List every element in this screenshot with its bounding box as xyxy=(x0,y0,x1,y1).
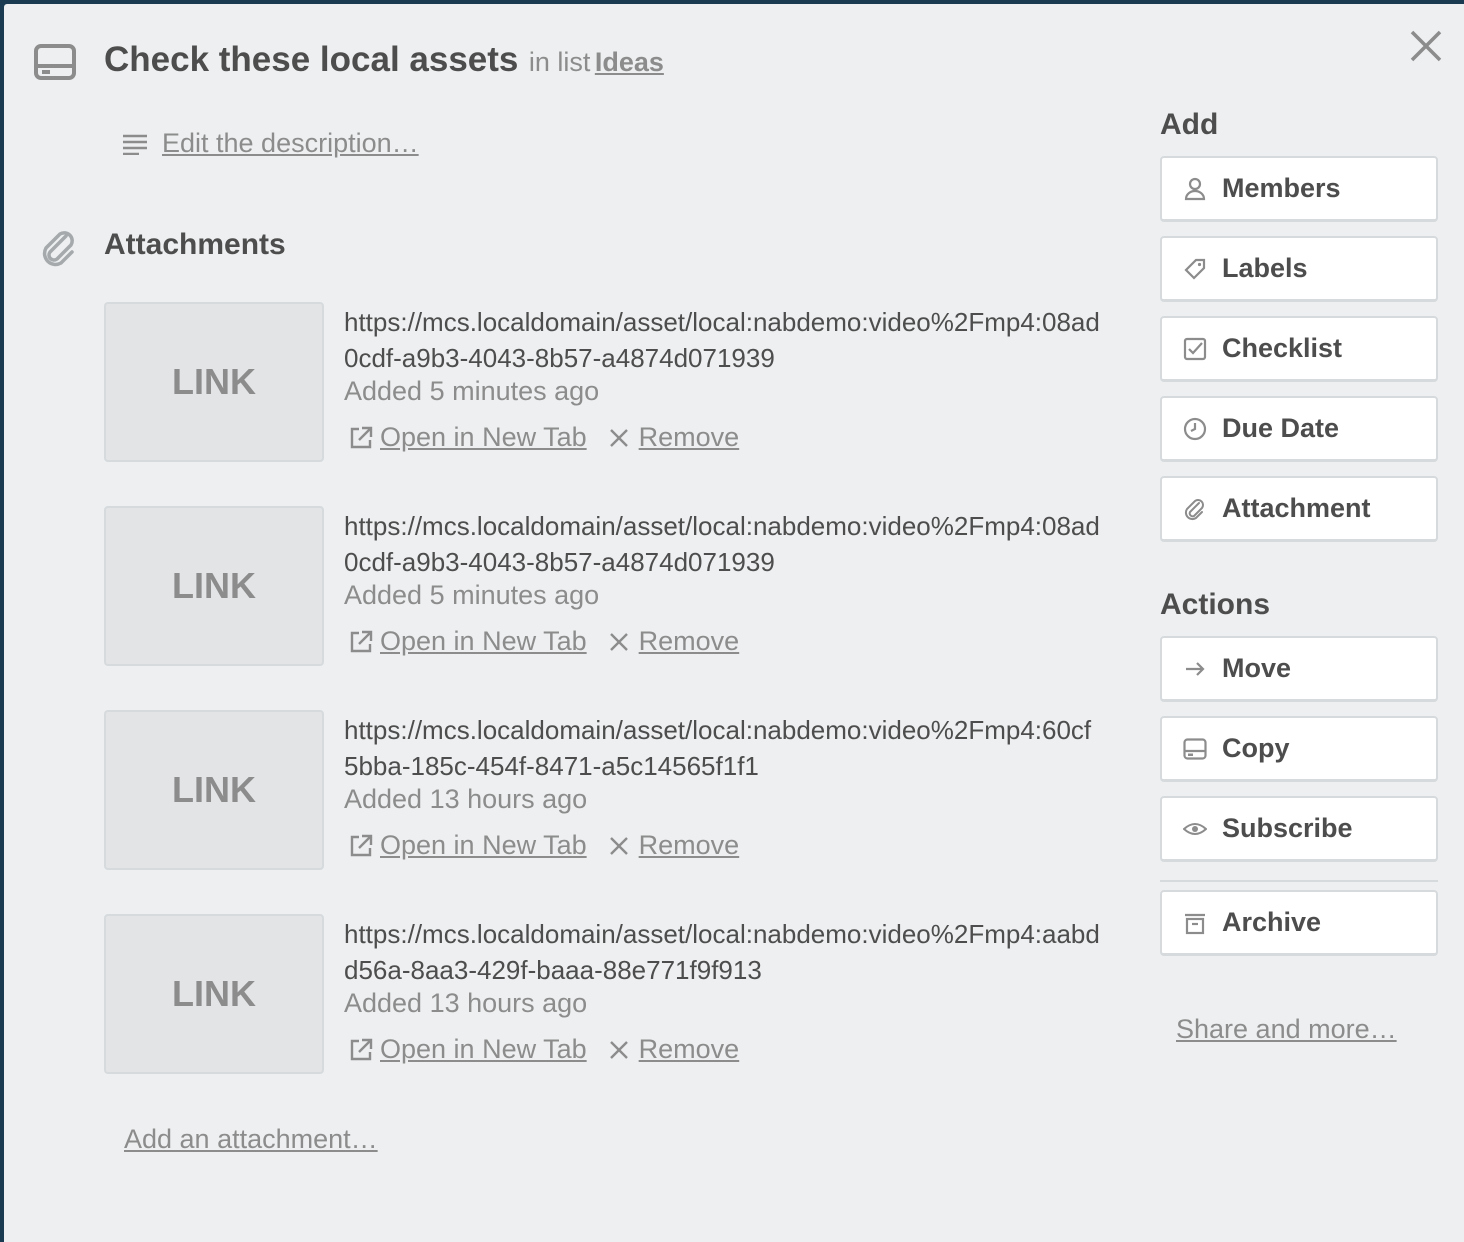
sidebar-button-label: Move xyxy=(1222,653,1292,683)
actions-heading: Actions xyxy=(1160,588,1271,621)
card-detail-modal: Check these local assets in list Ideas E… xyxy=(4,4,1464,1242)
share-and-more-link[interactable]: Share and more… xyxy=(1176,1014,1397,1045)
attachment-added-time: Added 5 minutes ago xyxy=(344,376,600,406)
tag-icon xyxy=(1182,256,1208,282)
attachment-actions: Open in New Tab Remove xyxy=(348,626,739,657)
sidebar-button-labels[interactable]: Labels xyxy=(1160,236,1438,302)
sidebar-button-label: Members xyxy=(1222,173,1341,203)
attachment-url: https://mcs.localdomain/asset/local:nabd… xyxy=(344,919,1100,985)
open-in-new-tab-label: Open in New Tab xyxy=(380,626,587,656)
sidebar-button-label: Checklist xyxy=(1222,333,1343,363)
attachment-thumbnail[interactable]: LINK xyxy=(104,914,324,1074)
remove-x-icon xyxy=(609,836,629,856)
attachment-actions: Open in New Tab Remove xyxy=(348,1034,739,1065)
paperclip-icon xyxy=(1182,496,1208,522)
close-icon[interactable] xyxy=(1408,28,1444,64)
card-header: Check these local assets in list Ideas xyxy=(104,40,664,80)
attachment-added-time: Added 5 minutes ago xyxy=(344,580,600,610)
open-in-new-tab-link[interactable]: Open in New Tab xyxy=(348,626,587,657)
sidebar-button-label: Labels xyxy=(1222,253,1308,283)
description-row: Edit the description… xyxy=(122,128,419,159)
person-icon xyxy=(1182,176,1208,202)
attachment-added-time: Added 13 hours ago xyxy=(344,784,588,814)
external-link-icon xyxy=(348,1037,374,1063)
sidebar-button-label: Archive xyxy=(1222,907,1322,937)
remove-attachment-link[interactable]: Remove xyxy=(609,830,740,861)
card-icon xyxy=(34,44,76,80)
list-name-link[interactable]: Ideas xyxy=(595,47,664,77)
attachment-item: LINK https://mcs.localdomain/asset/local:… xyxy=(104,302,1104,462)
attachment-item: LINK https://mcs.localdomain/asset/local:… xyxy=(104,710,1104,870)
clock-icon xyxy=(1182,416,1208,442)
attachments-heading: Attachments xyxy=(104,228,286,261)
sidebar-button-members[interactable]: Members xyxy=(1160,156,1438,222)
external-link-icon xyxy=(348,425,374,451)
sidebar-button-label: Due Date xyxy=(1222,413,1340,443)
sidebar-button-subscribe[interactable]: Subscribe xyxy=(1160,796,1438,862)
open-in-new-tab-link[interactable]: Open in New Tab xyxy=(348,422,587,453)
sidebar-button-copy[interactable]: Copy xyxy=(1160,716,1438,782)
open-in-new-tab-link[interactable]: Open in New Tab xyxy=(348,1034,587,1065)
attachment-thumbnail[interactable]: LINK xyxy=(104,506,324,666)
open-in-new-tab-label: Open in New Tab xyxy=(380,422,587,452)
attachment-url: https://mcs.localdomain/asset/local:nabd… xyxy=(344,307,1100,373)
sidebar-button-label: Copy xyxy=(1222,733,1290,763)
eye-icon xyxy=(1182,816,1208,842)
remove-label: Remove xyxy=(638,830,740,860)
add-heading: Add xyxy=(1160,108,1219,141)
add-attachment-link[interactable]: Add an attachment… xyxy=(124,1124,378,1155)
sidebar-button-label: Attachment xyxy=(1222,493,1371,523)
archive-icon xyxy=(1182,910,1208,936)
card-title[interactable]: Check these local assets xyxy=(104,40,518,79)
remove-x-icon xyxy=(609,428,629,448)
sidebar-button-move[interactable]: Move xyxy=(1160,636,1438,702)
sidebar-divider xyxy=(1160,880,1438,882)
card-icon xyxy=(1182,736,1208,762)
sidebar-button-archive[interactable]: Archive xyxy=(1160,890,1438,956)
checkbox-icon xyxy=(1182,336,1208,362)
in-list-prefix: in list xyxy=(528,47,591,77)
description-icon xyxy=(123,134,147,155)
attachment-actions: Open in New Tab Remove xyxy=(348,422,739,453)
external-link-icon xyxy=(348,833,374,859)
attachment-url: https://mcs.localdomain/asset/local:nabd… xyxy=(344,511,1100,577)
sidebar-button-attachment[interactable]: Attachment xyxy=(1160,476,1438,542)
open-in-new-tab-label: Open in New Tab xyxy=(380,1034,587,1064)
open-in-new-tab-link[interactable]: Open in New Tab xyxy=(348,830,587,861)
open-in-new-tab-label: Open in New Tab xyxy=(380,830,587,860)
remove-attachment-link[interactable]: Remove xyxy=(609,626,740,657)
sidebar-button-label: Subscribe xyxy=(1222,813,1353,843)
remove-attachment-link[interactable]: Remove xyxy=(609,1034,740,1065)
attachment-item: LINK https://mcs.localdomain/asset/local:… xyxy=(104,506,1104,666)
remove-label: Remove xyxy=(638,422,740,452)
attachment-actions: Open in New Tab Remove xyxy=(348,830,739,861)
sidebar-button-checklist[interactable]: Checklist xyxy=(1160,316,1438,382)
attachment-thumbnail[interactable]: LINK xyxy=(104,710,324,870)
sidebar-button-due-date[interactable]: Due Date xyxy=(1160,396,1438,462)
attachment-url: https://mcs.localdomain/asset/local:nabd… xyxy=(344,715,1092,781)
attachment-added-time: Added 13 hours ago xyxy=(344,988,588,1018)
arrow-right-icon xyxy=(1182,656,1208,682)
paperclip-icon xyxy=(42,231,74,267)
attachment-thumbnail[interactable]: LINK xyxy=(104,302,324,462)
remove-label: Remove xyxy=(638,626,740,656)
remove-label: Remove xyxy=(638,1034,740,1064)
attachment-item: LINK https://mcs.localdomain/asset/local:… xyxy=(104,914,1104,1074)
edit-description-link[interactable]: Edit the description… xyxy=(162,128,419,159)
external-link-icon xyxy=(348,629,374,655)
remove-attachment-link[interactable]: Remove xyxy=(609,422,740,453)
remove-x-icon xyxy=(609,1040,629,1060)
remove-x-icon xyxy=(609,632,629,652)
